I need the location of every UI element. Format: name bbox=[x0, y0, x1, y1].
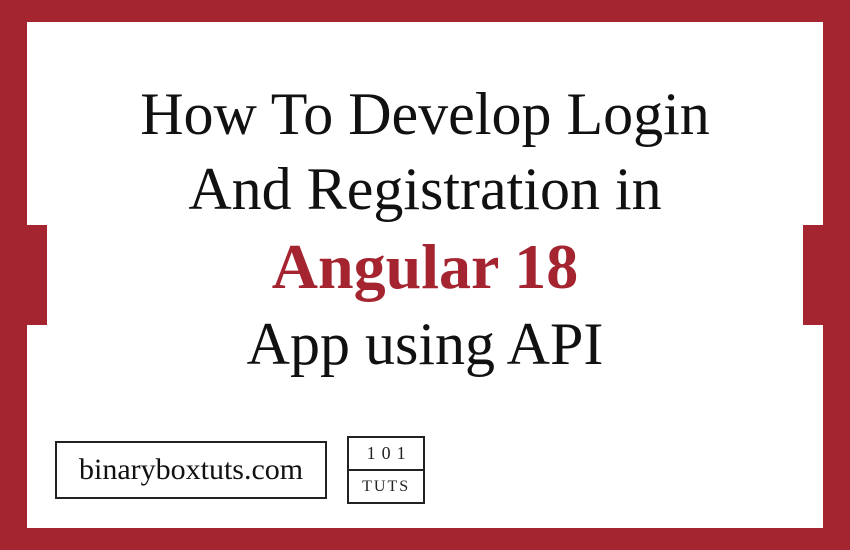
logo-top: 101 bbox=[349, 438, 423, 471]
footer: binaryboxtuts.com 101 TUTS bbox=[27, 416, 823, 528]
logo-bot: TUTS bbox=[349, 471, 423, 502]
title-line-1: How To Develop Login bbox=[140, 77, 710, 152]
notch-right bbox=[803, 225, 825, 325]
site-box: binaryboxtuts.com bbox=[55, 441, 327, 499]
title-accent: Angular 18 bbox=[272, 227, 578, 307]
title-line-4: App using API bbox=[247, 307, 604, 382]
logo-101tuts: 101 TUTS bbox=[347, 436, 425, 504]
notch-left bbox=[25, 225, 47, 325]
title-area: How To Develop Login And Registration in… bbox=[27, 22, 823, 416]
featured-card: How To Develop Login And Registration in… bbox=[25, 20, 825, 530]
title-line-2: And Registration in bbox=[188, 152, 661, 227]
